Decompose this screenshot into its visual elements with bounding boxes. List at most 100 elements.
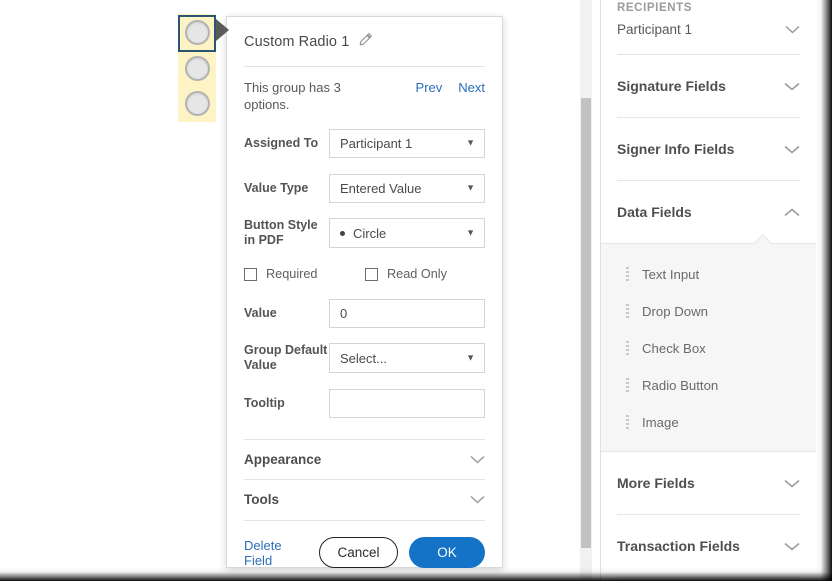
- data-field-check-box-label: Check Box: [642, 341, 706, 356]
- radio-circle-icon: [185, 91, 210, 116]
- pencil-icon[interactable]: [358, 32, 373, 52]
- value-input[interactable]: 0: [329, 299, 485, 328]
- data-field-check-box[interactable]: Check Box: [601, 330, 816, 367]
- chevron-down-icon: [470, 453, 485, 466]
- recipient-selector[interactable]: Participant 1: [617, 14, 800, 44]
- recipients-heading: RECIPIENTS: [617, 0, 800, 14]
- value-type-row: Value Type Entered Value ▼: [244, 168, 485, 208]
- drag-handle-icon[interactable]: [626, 415, 629, 430]
- data-field-drop-down[interactable]: Drop Down: [601, 293, 816, 330]
- sidebar-section-signature-fields-label: Signature Fields: [617, 78, 726, 94]
- canvas-scrollbar[interactable]: [580, 0, 592, 581]
- sidebar-section-data-fields[interactable]: Data Fields: [601, 181, 816, 243]
- next-option-link[interactable]: Next: [458, 80, 485, 95]
- data-field-radio-button-label: Radio Button: [642, 378, 718, 393]
- sidebar-section-more-fields[interactable]: More Fields: [601, 452, 816, 514]
- chevron-down-icon: [785, 23, 800, 36]
- data-field-image-label: Image: [642, 415, 679, 430]
- accordion-tools-label: Tools: [244, 492, 279, 507]
- sidebar-section-signer-info-fields[interactable]: Signer Info Fields: [601, 118, 816, 180]
- drag-handle-icon[interactable]: [626, 304, 629, 319]
- radio-option-selected-outline: [178, 15, 216, 52]
- field-properties-popup: Custom Radio 1 This group has 3 options.…: [226, 16, 503, 568]
- data-field-radio-button[interactable]: Radio Button: [601, 367, 816, 404]
- value-label: Value: [244, 306, 329, 321]
- chevron-down-icon: [784, 80, 800, 93]
- assigned-to-value: Participant 1: [340, 136, 412, 151]
- drag-handle-icon[interactable]: [626, 267, 629, 282]
- accordion-appearance-label: Appearance: [244, 452, 321, 467]
- radio-option-3[interactable]: [181, 87, 213, 119]
- drag-handle-icon[interactable]: [626, 341, 629, 356]
- group-default-value-row: Group Default Value Select... ▼: [244, 338, 485, 378]
- sidebar-section-signer-info-fields-label: Signer Info Fields: [617, 141, 734, 157]
- recipient-selected-label: Participant 1: [617, 22, 692, 37]
- sidebar-section-transaction-fields[interactable]: Transaction Fields: [601, 515, 816, 577]
- sidebar-section-more-fields-label: More Fields: [617, 475, 695, 491]
- chevron-down-icon: ▼: [466, 354, 475, 363]
- chevron-up-icon: [784, 206, 800, 219]
- spacer: [244, 428, 485, 439]
- assigned-to-select[interactable]: Participant 1 ▼: [329, 129, 485, 158]
- sidebar-divider: [617, 577, 800, 578]
- group-info-row: This group has 3 options. Prev Next: [244, 67, 485, 123]
- button-style-label: Button Style in PDF: [244, 218, 329, 248]
- field-name-label: Custom Radio 1: [244, 34, 349, 50]
- group-options-count-text: This group has 3 options.: [244, 79, 369, 113]
- assigned-to-row: Assigned To Participant 1 ▼: [244, 123, 485, 163]
- tooltip-row: Tooltip: [244, 383, 485, 423]
- assigned-to-label: Assigned To: [244, 136, 329, 151]
- value-type-label: Value Type: [244, 181, 329, 196]
- button-style-select[interactable]: Circle ▼: [329, 218, 485, 248]
- tooltip-input[interactable]: [329, 389, 485, 418]
- checkbox-icon: [365, 268, 378, 281]
- sidebar-section-transaction-fields-label: Transaction Fields: [617, 538, 740, 554]
- data-field-image[interactable]: Image: [601, 404, 816, 441]
- value-row: Value 0: [244, 293, 485, 333]
- required-label: Required: [266, 267, 318, 281]
- value-type-value: Entered Value: [340, 181, 421, 196]
- required-checkbox[interactable]: Required: [244, 267, 365, 281]
- data-fields-list: Text Input Drop Down Check Box Radio But…: [601, 243, 816, 452]
- popup-header: Custom Radio 1: [244, 17, 485, 66]
- radio-bullet-icon: [340, 231, 345, 236]
- ok-button[interactable]: OK: [409, 537, 485, 568]
- flags-row: Required Read Only: [244, 258, 485, 293]
- chevron-down-icon: [784, 540, 800, 553]
- popup-footer: Delete Field Cancel OK: [244, 520, 485, 568]
- chevron-down-icon: [784, 143, 800, 156]
- group-nav: Prev Next: [416, 79, 485, 95]
- accordion-tools[interactable]: Tools: [244, 479, 485, 519]
- chevron-down-icon: ▼: [466, 184, 475, 193]
- chevron-down-icon: ▼: [466, 229, 475, 238]
- sidebar-section-data-fields-label: Data Fields: [617, 204, 692, 220]
- data-field-text-input[interactable]: Text Input: [601, 256, 816, 293]
- chevron-down-icon: ▼: [466, 139, 475, 148]
- radio-circle-icon: [185, 56, 210, 81]
- recipients-section: RECIPIENTS Participant 1: [601, 0, 816, 55]
- group-default-value-select[interactable]: Select... ▼: [329, 343, 485, 373]
- delete-field-link[interactable]: Delete Field: [244, 538, 308, 568]
- tooltip-label: Tooltip: [244, 396, 329, 411]
- data-field-text-input-label: Text Input: [642, 267, 699, 282]
- group-default-value-text: Select...: [340, 351, 387, 366]
- fields-sidebar: RECIPIENTS Participant 1 Signature Field…: [600, 0, 816, 581]
- value-type-select[interactable]: Entered Value ▼: [329, 174, 485, 203]
- read-only-checkbox[interactable]: Read Only: [365, 267, 447, 281]
- read-only-label: Read Only: [387, 267, 447, 281]
- drag-handle-icon[interactable]: [626, 378, 629, 393]
- cancel-button[interactable]: Cancel: [319, 537, 398, 568]
- value-input-text: 0: [340, 306, 347, 321]
- accordion-appearance[interactable]: Appearance: [244, 439, 485, 479]
- sidebar-section-signature-fields[interactable]: Signature Fields: [601, 55, 816, 117]
- chevron-down-icon: [470, 493, 485, 506]
- scrollbar-thumb[interactable]: [581, 98, 591, 548]
- app-root: Custom Radio 1 This group has 3 options.…: [0, 0, 832, 581]
- checkbox-icon: [244, 268, 257, 281]
- page-shadow-right: [816, 0, 832, 581]
- chevron-down-icon: [784, 477, 800, 490]
- prev-option-link[interactable]: Prev: [416, 80, 443, 95]
- popup-callout-arrow-icon: [216, 19, 229, 41]
- radio-option-2[interactable]: [181, 52, 213, 84]
- button-style-row: Button Style in PDF Circle ▼: [244, 213, 485, 253]
